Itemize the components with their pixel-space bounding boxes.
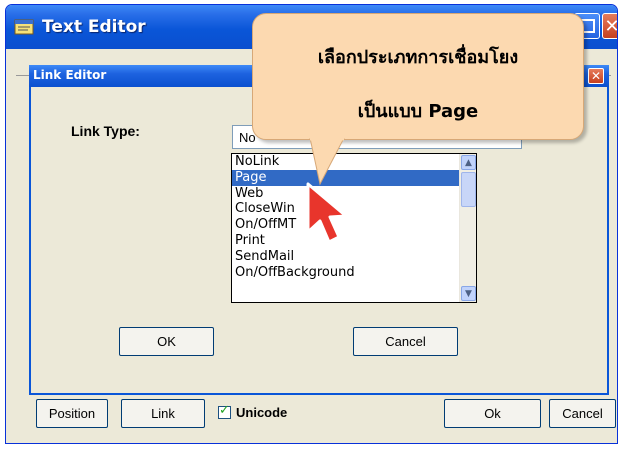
mouse-pointer-icon [306, 182, 348, 244]
position-button[interactable]: Position [36, 399, 108, 428]
dialog-close-button[interactable]: ✕ [588, 68, 604, 84]
callout-line-1: เลือกประเภทการเชื่อมโยง [317, 47, 519, 68]
link-type-label: Link Type: [71, 123, 140, 139]
ok-button[interactable]: Ok [444, 399, 541, 428]
dialog-cancel-button[interactable]: Cancel [353, 327, 458, 356]
list-item-onoffbackground[interactable]: On/OffBackground [232, 265, 459, 281]
link-button[interactable]: Link [121, 399, 205, 428]
close-icon: ✕ [590, 69, 602, 83]
window-title: Text Editor [42, 17, 146, 37]
list-scrollbar[interactable]: ▲ ▼ [459, 154, 476, 302]
unicode-checkbox[interactable] [218, 403, 231, 419]
dialog-ok-button[interactable]: OK [119, 327, 214, 356]
app-icon [14, 19, 34, 35]
scroll-thumb[interactable] [461, 172, 476, 207]
scroll-down-icon[interactable]: ▼ [461, 286, 476, 301]
instruction-callout: เลือกประเภทการเชื่อมโยง เป็นแบบ Page [252, 13, 584, 140]
list-item-sendmail[interactable]: SendMail [232, 249, 459, 265]
close-button[interactable]: ✕ [602, 13, 617, 39]
unicode-label: Unicode [236, 405, 288, 420]
dialog-title: Link Editor [33, 68, 107, 82]
bottom-button-row: Position Link Unicode Ok Cancel [6, 398, 617, 438]
cancel-button[interactable]: Cancel [549, 399, 616, 428]
scroll-up-icon[interactable]: ▲ [461, 155, 476, 170]
unicode-checkbox-group[interactable]: Unicode [218, 403, 288, 420]
close-icon: ✕ [603, 14, 617, 38]
callout-line-2: เป็นแบบ Page [357, 101, 479, 122]
